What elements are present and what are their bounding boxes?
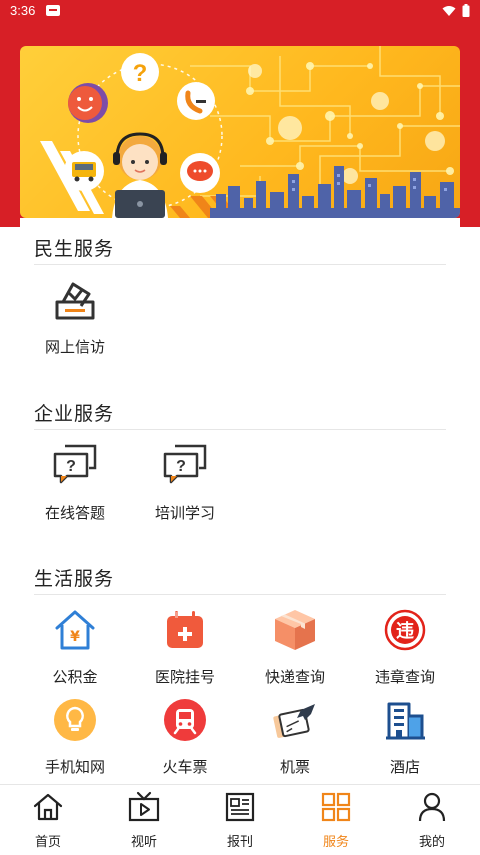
service-housing-fund[interactable]: ¥ 公积金 [20, 606, 130, 688]
lightbulb-icon [54, 699, 96, 741]
tab-label: 服务 [322, 834, 349, 849]
service-label: 医院挂号 [154, 669, 215, 686]
service-label: 违章查询 [374, 669, 435, 686]
svg-text:?: ? [176, 458, 186, 475]
tab-label: 首页 [34, 834, 61, 849]
service-training[interactable]: ? 培训学习 [130, 442, 240, 524]
traffic-violation-icon: 违 [384, 609, 426, 651]
tab-label: 视听 [130, 834, 157, 849]
grid-icon [321, 792, 351, 822]
flight-ticket-icon [273, 704, 315, 738]
service-label: 网上信访 [44, 339, 105, 356]
section-title-life: 生活服务 [34, 569, 115, 590]
tab-mine[interactable]: 我的 [384, 785, 480, 855]
housing-fund-icon: ¥ [55, 610, 95, 650]
tab-home[interactable]: 首页 [0, 785, 96, 855]
newspaper-icon [225, 792, 255, 822]
service-label: 手机知网 [44, 759, 105, 776]
tab-services[interactable]: 服务 [288, 785, 384, 855]
tab-label: 我的 [418, 834, 445, 849]
question-chat-icon: ? [163, 444, 207, 484]
svg-text:?: ? [66, 458, 76, 475]
services-panel: 民生服务 网上信访 企业服务 ? 在线答题 ? 培训学习 生活服务 ¥ 公积金 … [20, 218, 460, 784]
battery-icon [462, 4, 470, 17]
service-label: 在线答题 [44, 505, 105, 522]
service-train-ticket[interactable]: 火车票 [130, 698, 240, 780]
service-online-petition[interactable]: 网上信访 [20, 276, 130, 358]
ballot-box-icon [55, 282, 95, 320]
service-label: 快递查询 [264, 669, 325, 686]
section-divider [34, 429, 446, 430]
service-label: 酒店 [389, 759, 420, 776]
service-label: 培训学习 [154, 505, 215, 522]
hotel-building-icon [386, 702, 425, 740]
section-title-enterprise: 企业服务 [34, 404, 115, 425]
service-label: 公积金 [52, 669, 98, 686]
service-traffic-violation[interactable]: 违 违章查询 [350, 606, 460, 688]
status-time: 3:36 [10, 3, 36, 18]
bottom-tab-bar: 首页 视听 报刊 服务 我的 [0, 784, 480, 855]
customer-service-illustration: ? [40, 46, 460, 218]
svg-text:违: 违 [396, 620, 414, 642]
service-mobile-cnki[interactable]: 手机知网 [20, 698, 130, 780]
hospital-calendar-icon [167, 611, 203, 648]
tab-label: 报刊 [226, 834, 253, 849]
service-label: 机票 [279, 759, 310, 776]
wifi-icon [442, 5, 456, 16]
banner-carousel[interactable]: ? [20, 46, 460, 218]
parcel-box-icon [275, 610, 315, 650]
service-online-quiz[interactable]: ? 在线答题 [20, 442, 130, 524]
svg-text:¥: ¥ [70, 629, 80, 645]
service-flight-ticket[interactable]: 机票 [240, 698, 350, 780]
service-hotel[interactable]: 酒店 [350, 698, 460, 780]
tab-newspapers[interactable]: 报刊 [192, 785, 288, 855]
service-label: 火车票 [162, 759, 208, 776]
section-divider [34, 264, 446, 265]
service-express-tracking[interactable]: 快递查询 [240, 606, 350, 688]
section-divider [34, 594, 446, 595]
tab-audio-video[interactable]: 视听 [96, 785, 192, 855]
user-icon [418, 792, 446, 822]
tv-play-icon [128, 791, 160, 822]
train-icon [164, 699, 206, 741]
status-bar: 3:36 [0, 0, 480, 22]
notification-icon [46, 5, 60, 16]
service-hospital-registration[interactable]: 医院挂号 [130, 606, 240, 688]
section-title-livelihood: 民生服务 [34, 239, 115, 260]
question-chat-icon: ? [53, 444, 97, 484]
svg-text:?: ? [133, 60, 148, 87]
status-indicators [442, 4, 470, 17]
home-icon [33, 793, 63, 821]
